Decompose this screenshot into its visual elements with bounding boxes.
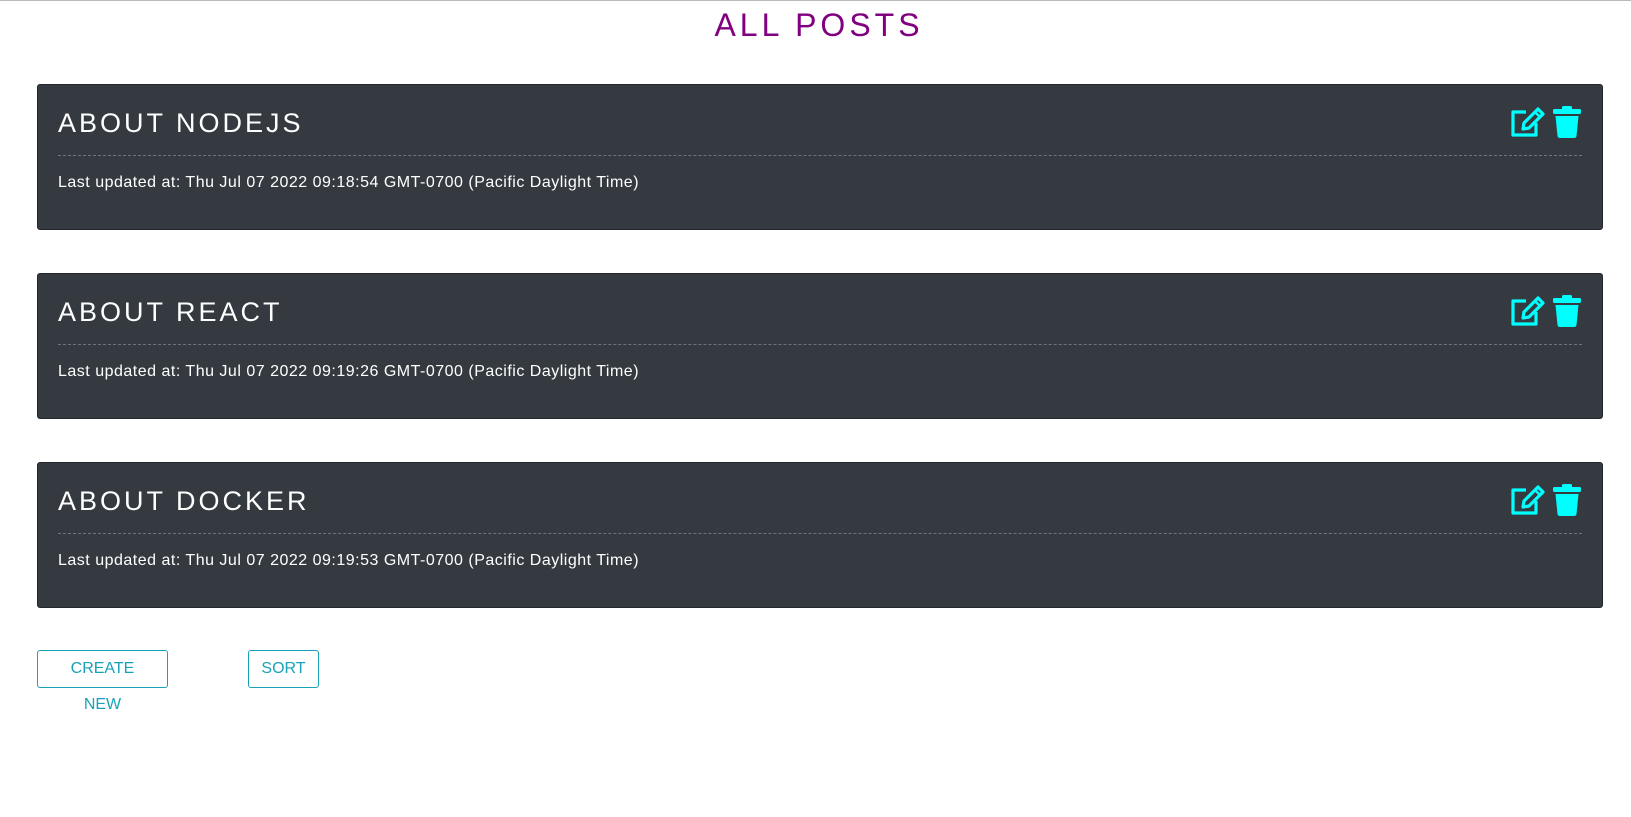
post-card-docker: ABOUT DOCKER Last updated at: Thu Jul 07… [37,462,1603,608]
post-updated-text: Last updated at: Thu Jul 07 2022 09:18:5… [58,174,640,191]
post-card-react: ABOUT REACT Last updated at: Thu Jul 07 … [37,273,1603,419]
post-title: ABOUT NODEJS [58,108,304,138]
edit-icon[interactable] [1510,483,1546,517]
top-border [0,0,1631,1]
page-title: ALL POSTS [714,7,924,43]
create-new-button[interactable]: CREATE NEW [37,650,168,713]
post-title: ABOUT REACT [58,297,283,327]
post-card-nodejs: ABOUT NODEJS Last updated at: Thu Jul 07… [37,84,1603,230]
sort-button[interactable]: SORT [248,650,319,688]
trash-icon[interactable] [1552,294,1582,328]
trash-icon[interactable] [1552,105,1582,139]
post-divider [58,533,1582,534]
post-divider [58,344,1582,345]
post-updated-text: Last updated at: Thu Jul 07 2022 09:19:2… [58,363,640,380]
post-title: ABOUT DOCKER [58,486,310,516]
post-divider [58,155,1582,156]
post-updated-text: Last updated at: Thu Jul 07 2022 09:19:5… [58,552,640,569]
edit-icon[interactable] [1510,294,1546,328]
trash-icon[interactable] [1552,483,1582,517]
edit-icon[interactable] [1510,105,1546,139]
